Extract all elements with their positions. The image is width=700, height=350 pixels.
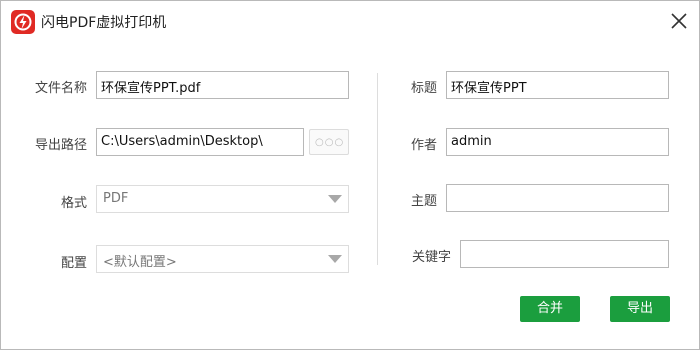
format-value: PDF (103, 191, 129, 206)
title-bar: 闪电PDF虚拟打印机 (1, 1, 699, 42)
chevron-down-icon (328, 255, 342, 263)
subject-label: 主题 (410, 194, 437, 209)
author-field[interactable]: admin (446, 128, 669, 156)
title-field[interactable]: 环保宣传PPT (446, 71, 669, 99)
merge-button[interactable]: 合并 (520, 296, 580, 322)
lightning-pdf-icon (11, 10, 35, 34)
window-title: 闪电PDF虚拟打印机 (41, 15, 167, 31)
filename-value: 环保宣传PPT.pdf (101, 81, 201, 96)
subject-field[interactable] (446, 184, 669, 212)
keywords-field[interactable] (460, 240, 669, 268)
column-divider (377, 73, 378, 265)
export-path-label: 导出路径 (34, 138, 87, 153)
dialog-window: 闪电PDF虚拟打印机 文件名称 环保宣传PPT.pdf 导出路径 C:\User… (0, 0, 700, 350)
filename-label: 文件名称 (34, 81, 87, 96)
browse-dots: ○○○ (315, 137, 345, 148)
config-value: <默认配置> (103, 255, 177, 270)
title-value: 环保宣传PPT (451, 81, 527, 96)
author-label: 作者 (410, 138, 437, 153)
filename-field[interactable]: 环保宣传PPT.pdf (96, 71, 349, 99)
export-path-field[interactable]: C:\Users\admin\Desktop\ (96, 128, 304, 156)
export-button[interactable]: 导出 (610, 296, 670, 322)
chevron-down-icon (328, 195, 342, 203)
close-icon[interactable] (667, 9, 691, 33)
author-value: admin (451, 134, 492, 149)
format-label: 格式 (60, 196, 87, 211)
config-select[interactable]: <默认配置> (96, 245, 349, 273)
export-path-value: C:\Users\admin\Desktop\ (101, 134, 263, 149)
title-label: 标题 (410, 81, 437, 96)
browse-button[interactable]: ○○○ (309, 129, 349, 155)
format-select[interactable]: PDF (96, 185, 349, 213)
keywords-label: 关键字 (411, 250, 451, 265)
config-label: 配置 (60, 256, 87, 271)
